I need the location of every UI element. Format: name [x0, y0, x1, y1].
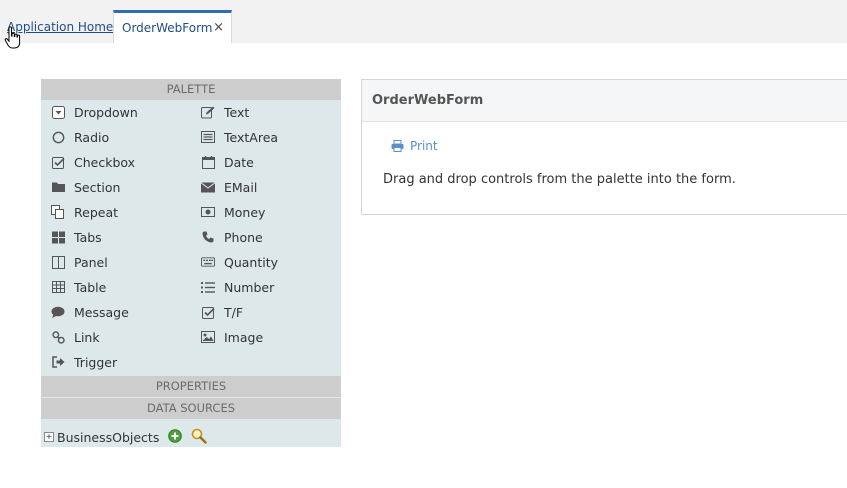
tree-node-label[interactable]: BusinessObjects	[57, 430, 159, 445]
palette-item-label: Phone	[224, 229, 263, 245]
palette-item-tabs[interactable]: Tabs	[51, 227, 102, 247]
envelope-icon	[201, 180, 215, 194]
sign-out-icon	[51, 355, 65, 369]
palette-item-money[interactable]: Money	[201, 202, 265, 222]
palette-item-label: Date	[224, 154, 254, 170]
checkbox-icon	[51, 155, 65, 169]
palette-item-label: Repeat	[74, 204, 119, 220]
properties-header[interactable]: PROPERTIES	[41, 376, 341, 397]
money-icon	[201, 205, 215, 219]
palette-item-panel[interactable]: Panel	[51, 252, 108, 272]
palette-item-phone[interactable]: Phone	[201, 227, 263, 247]
palette-item-label: Checkbox	[74, 154, 136, 170]
palette-item-date[interactable]: Date	[201, 152, 254, 172]
keyboard-icon	[201, 255, 215, 269]
tabs-grid-icon	[51, 230, 65, 244]
palette-item-image[interactable]: Image	[201, 327, 263, 347]
form-title: OrderWebForm	[372, 93, 484, 108]
check-square-icon	[201, 305, 215, 319]
palette-item-label: Table	[74, 279, 107, 295]
palette-item-section[interactable]: Section	[51, 177, 120, 197]
palette-item-email[interactable]: EMail	[201, 177, 257, 197]
palette-item-link[interactable]: Link	[51, 327, 100, 347]
picture-icon	[201, 330, 215, 344]
expand-icon[interactable]: +	[44, 432, 54, 442]
palette-item-repeat[interactable]: Repeat	[51, 202, 118, 222]
data-sources-header[interactable]: DATA SOURCES	[41, 398, 341, 419]
palette-item-label: EMail	[224, 179, 258, 195]
print-icon	[391, 140, 404, 152]
comment-icon	[51, 305, 65, 319]
palette-item-label: Section	[74, 179, 121, 195]
dropdown-icon	[51, 105, 65, 119]
search-icon[interactable]	[191, 428, 208, 447]
palette-item-number[interactable]: Number	[201, 277, 274, 297]
palette-item-dropdown[interactable]: Dropdown	[51, 102, 138, 122]
palette-item-table[interactable]: Table	[51, 277, 106, 297]
palette-item-tf[interactable]: T/F	[201, 302, 243, 322]
add-circle-icon[interactable]	[168, 428, 183, 446]
tab-orderwebform-label: OrderWebForm	[122, 21, 213, 35]
palette-item-label: Radio	[74, 129, 110, 145]
link-icon	[51, 330, 65, 344]
print-label: Print	[410, 139, 438, 153]
palette-header[interactable]: PALETTE	[41, 79, 341, 100]
palette-item-label: Image	[224, 329, 264, 345]
radio-icon	[51, 130, 65, 144]
phone-icon	[201, 230, 215, 244]
palette-item-label: Text	[224, 104, 250, 120]
drop-hint-text: Drag and drop controls from the palette …	[383, 172, 736, 187]
tab-bar: Application Home OrderWebForm ×	[0, 0, 847, 43]
form-header: OrderWebForm	[362, 80, 847, 122]
hand-cursor-icon	[4, 26, 21, 49]
palette-item-text[interactable]: Text	[201, 102, 249, 122]
palette-item-label: Message	[74, 304, 129, 320]
palette-item-radio[interactable]: Radio	[51, 127, 109, 147]
palette-item-label: Panel	[74, 254, 108, 270]
columns-icon	[51, 255, 65, 269]
table-icon	[51, 280, 65, 294]
palette-item-checkbox[interactable]: Checkbox	[51, 152, 135, 172]
textarea-icon	[201, 130, 215, 144]
palette-item-message[interactable]: Message	[51, 302, 129, 322]
palette-item-label: T/F	[224, 304, 244, 320]
palette-item-label: Number	[224, 279, 275, 295]
copy-icon	[51, 205, 65, 219]
palette-item-textarea[interactable]: TextArea	[201, 127, 278, 147]
calendar-icon	[201, 155, 215, 169]
edit-icon	[201, 105, 215, 119]
palette-item-label: Tabs	[74, 229, 102, 245]
palette-item-label: Dropdown	[74, 104, 138, 120]
palette-item-label: Link	[74, 329, 100, 345]
ordered-list-icon	[201, 280, 215, 294]
palette-item-quantity[interactable]: Quantity	[201, 252, 278, 272]
palette-item-label: Money	[224, 204, 266, 220]
tab-orderwebform[interactable]: OrderWebForm ×	[113, 10, 232, 43]
palette-item-label: TextArea	[224, 129, 279, 145]
form-canvas[interactable]: OrderWebForm Print Drag and drop control…	[361, 79, 847, 215]
print-button[interactable]: Print	[391, 139, 438, 153]
palette-panel: PALETTE Dropdown Radio Checkbox Section …	[41, 79, 341, 447]
palette-item-trigger[interactable]: Trigger	[51, 352, 117, 372]
palette-item-label: Trigger	[74, 354, 118, 370]
folder-icon	[51, 180, 65, 194]
palette-item-label: Quantity	[224, 254, 279, 270]
tree-node-businessobjects: + BusinessObjects	[44, 428, 208, 447]
tab-close-icon[interactable]: ×	[213, 20, 224, 35]
